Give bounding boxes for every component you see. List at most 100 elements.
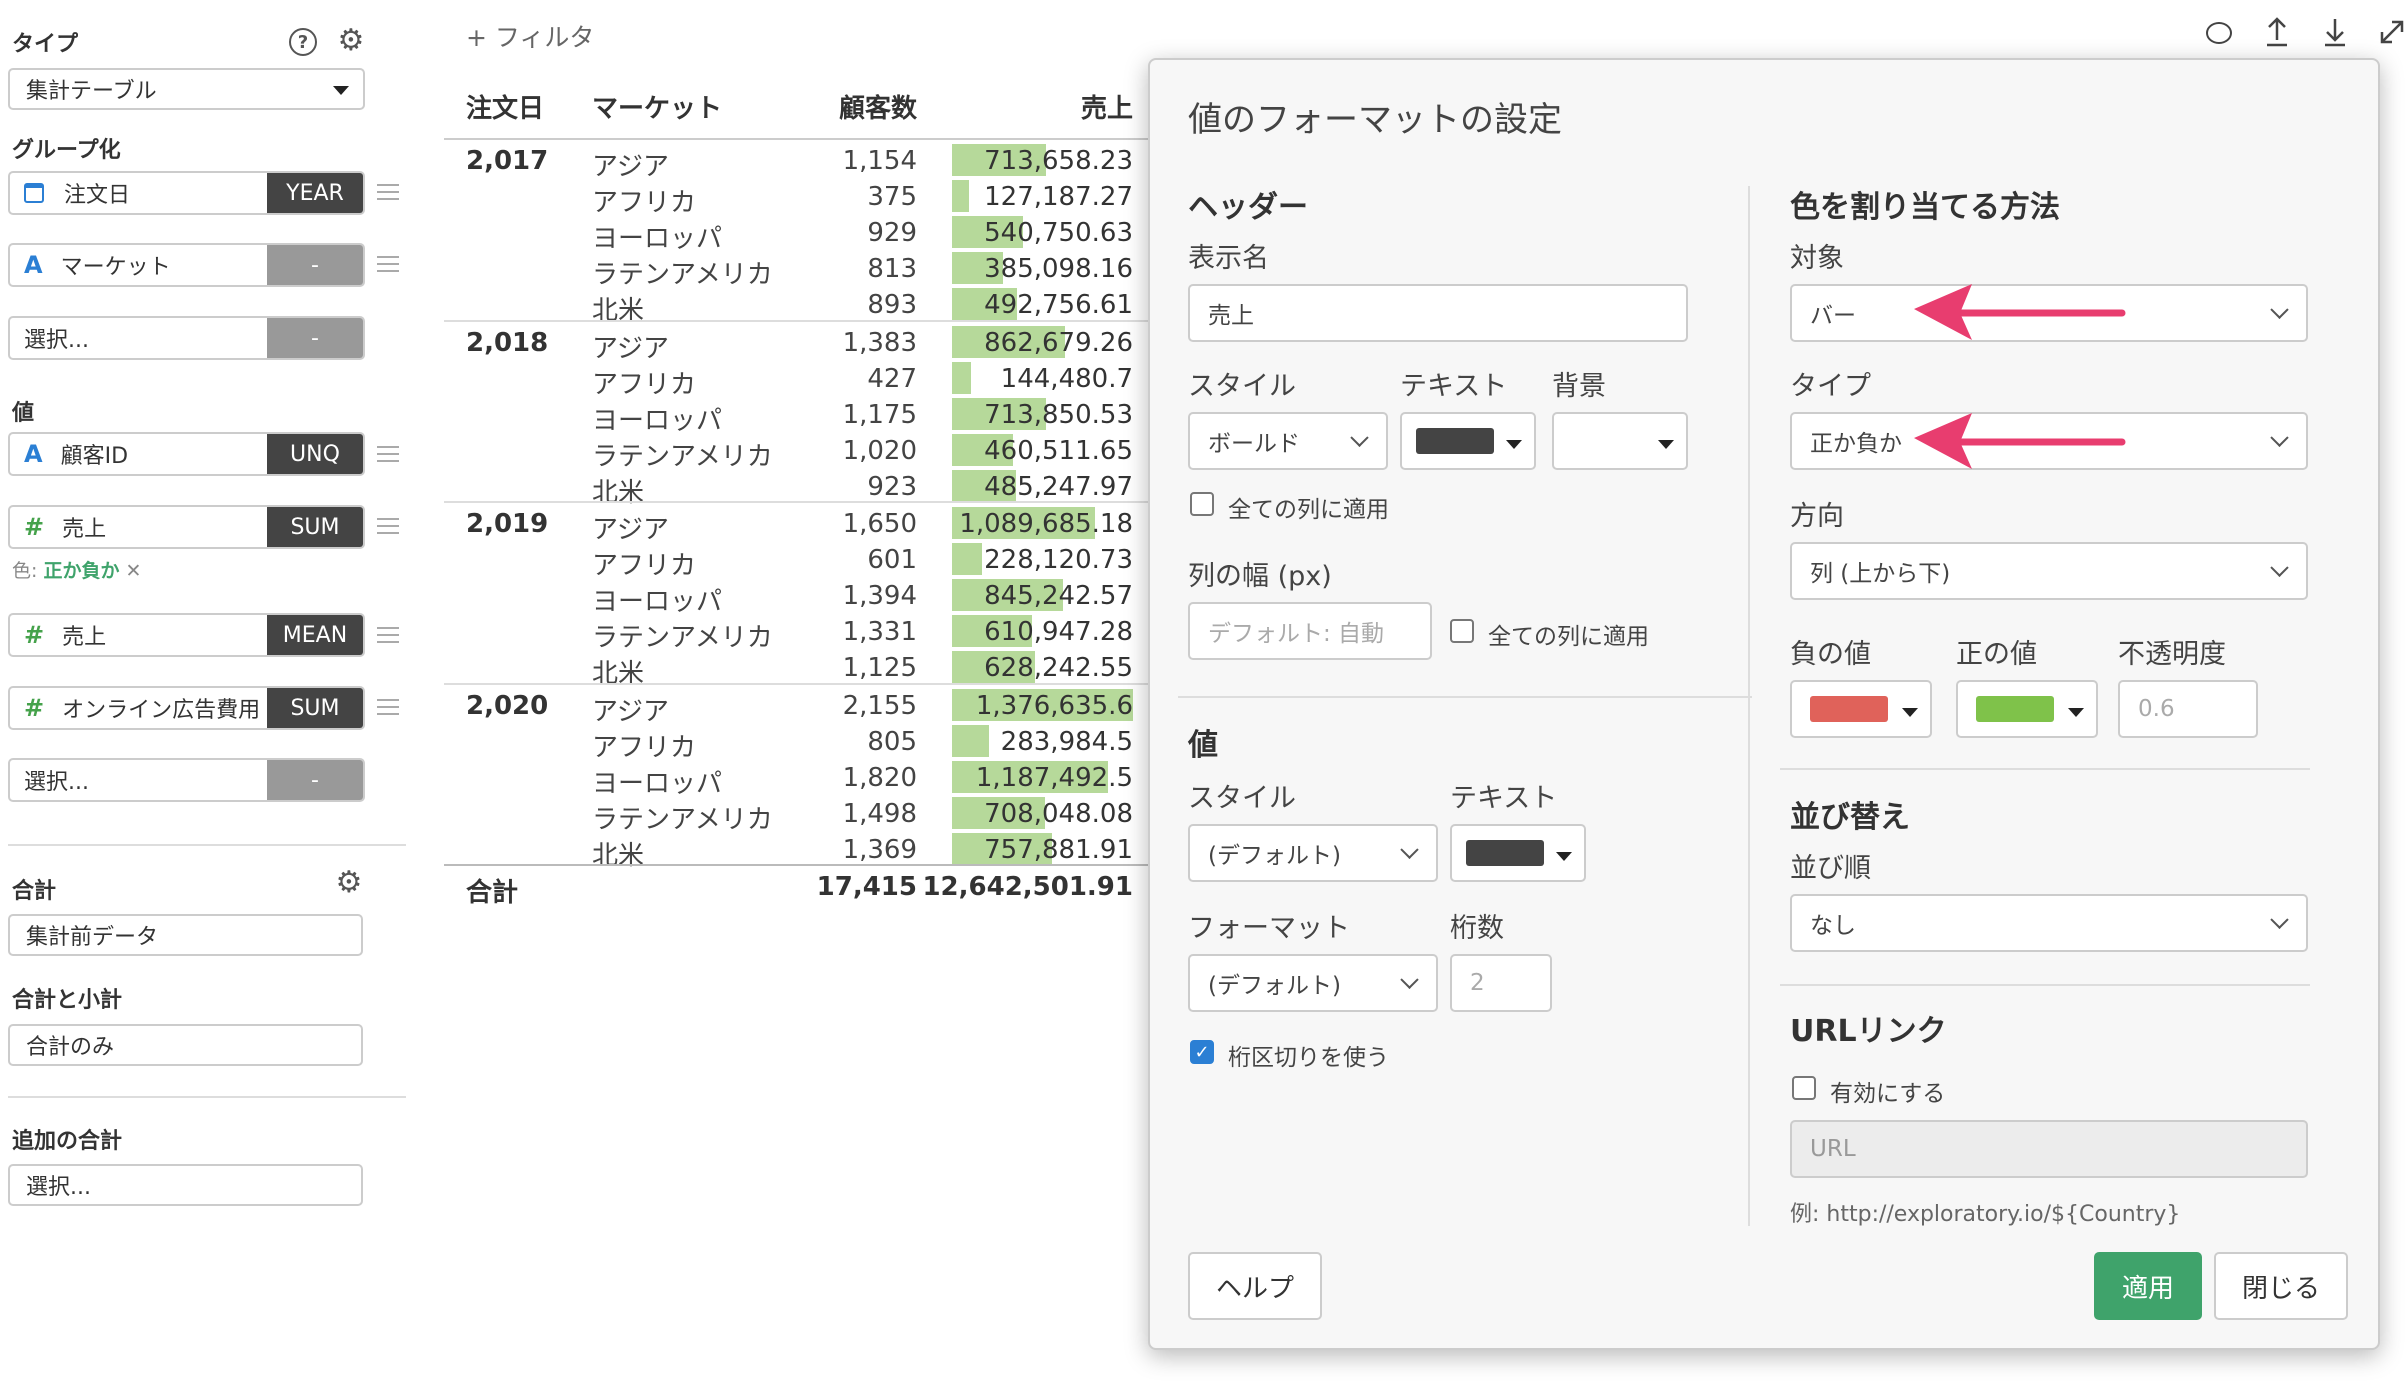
sales-cell: 228,120.73 (984, 545, 1133, 576)
opacity-input[interactable]: 0.6 (2118, 680, 2258, 738)
column-header[interactable]: 注文日 (466, 88, 544, 125)
header-style-label: スタイル (1188, 371, 1296, 402)
header-bg-color-picker[interactable] (1552, 412, 1688, 470)
sales-cell: 713,850.53 (984, 399, 1133, 430)
display-name-label: 表示名 (1188, 243, 1269, 274)
group-chip-market[interactable]: A マーケット - (8, 243, 365, 287)
aggregation-button[interactable]: UNQ (267, 434, 363, 474)
url-enable-checkbox[interactable] (1792, 1076, 1816, 1100)
value-text-color-picker[interactable] (1450, 824, 1586, 882)
market-cell: アジア (592, 515, 669, 545)
drag-handle-icon[interactable] (377, 699, 399, 715)
chart-type-select[interactable]: 集計テーブル (8, 68, 365, 110)
market-cell: ラテンアメリカ (592, 804, 773, 835)
header-text-color-picker[interactable] (1400, 412, 1536, 470)
subtotal-section-title: 合計と小計 (12, 988, 123, 1013)
drag-handle-icon[interactable] (377, 256, 399, 272)
positive-color-picker[interactable] (1956, 680, 2098, 738)
positive-color-label: 正の値 (1956, 639, 2037, 670)
column-width-input[interactable]: デフォルト: 自動 (1188, 602, 1432, 660)
apply-button[interactable]: 適用 (2094, 1252, 2202, 1320)
number-type-icon: # (24, 513, 45, 541)
direction-label: 方向 (1790, 501, 1844, 532)
color-type-label: タイプ (1790, 371, 1871, 402)
value-chip-sales-mean[interactable]: # 売上 MEAN (8, 613, 365, 657)
group-divider (444, 319, 1148, 322)
comment-icon[interactable] (2206, 22, 2232, 44)
url-input[interactable]: URL (1790, 1120, 2308, 1178)
customer-count-cell: 1,394 (842, 581, 917, 612)
extra-total-section-title: 追加の合計 (12, 1129, 123, 1154)
apply-all-checkbox[interactable] (1190, 492, 1214, 516)
total-gear-icon[interactable]: ⚙ (334, 868, 364, 898)
chart-type-value: 集計テーブル (26, 79, 157, 104)
type-section-title: タイプ (12, 32, 79, 57)
column-header[interactable]: 売上 (1081, 88, 1133, 125)
apply-all-label: 全ての列に適用 (1228, 497, 1389, 523)
negative-color-picker[interactable] (1790, 680, 1932, 738)
expand-icon[interactable] (2378, 18, 2406, 46)
value-style-select[interactable]: (デフォルト) (1188, 824, 1438, 882)
display-name-input[interactable]: 売上 (1188, 284, 1688, 342)
customer-count-cell: 805 (867, 726, 917, 757)
aggregation-button[interactable]: - (267, 245, 363, 285)
total-source-select[interactable]: 集計前データ (8, 914, 363, 956)
drag-handle-icon[interactable] (377, 518, 399, 534)
close-button[interactable]: 閉じる (2214, 1252, 2348, 1320)
format-select[interactable]: (デフォルト) (1188, 954, 1438, 1012)
drag-handle-icon[interactable] (377, 184, 399, 200)
aggregation-button[interactable]: MEAN (267, 615, 363, 655)
color-swatch (1416, 428, 1494, 454)
thousand-separator-checkbox[interactable]: ✓ (1190, 1040, 1214, 1064)
aggregation-button[interactable]: - (267, 318, 363, 358)
aggregation-button[interactable]: - (267, 760, 363, 800)
group-label: 注文日 (64, 183, 131, 208)
sales-cell: 385,098.16 (984, 254, 1133, 285)
subtotal-select[interactable]: 合計のみ (8, 1024, 363, 1066)
aggregation-button[interactable]: SUM (267, 688, 363, 728)
sales-cell: 485,247.97 (984, 471, 1133, 502)
url-example: 例: http://exploratory.io/${Country} (1790, 1202, 2181, 1227)
dropdown-caret-icon (333, 86, 349, 95)
color-setting-value[interactable]: 正か負か (43, 560, 119, 582)
aggregation-button[interactable]: YEAR (267, 173, 363, 213)
color-swatch (1810, 696, 1888, 722)
market-cell: ヨーロッパ (592, 768, 723, 799)
column-header[interactable]: 顧客数 (839, 88, 917, 125)
header-style-select[interactable]: ボールド (1188, 412, 1388, 470)
value-chip-select[interactable]: 選択... - (8, 758, 365, 802)
value-chip-customer-id[interactable]: A 顧客ID UNQ (8, 432, 365, 476)
sales-cell: 127,187.27 (984, 182, 1133, 213)
value-text-label: テキスト (1450, 783, 1558, 814)
value-chip-online-ad[interactable]: # オンライン広告費用 SUM (8, 686, 365, 730)
value-chip-sales-sum[interactable]: # 売上 SUM (8, 505, 365, 549)
customer-count-cell: 427 (867, 363, 917, 394)
remove-color-icon[interactable]: ✕ (126, 560, 142, 582)
sales-cell: 1,376,635.6 (975, 690, 1133, 721)
help-button[interactable]: ヘルプ (1188, 1252, 1322, 1320)
extra-total-select[interactable]: 選択... (8, 1164, 363, 1206)
number-type-icon: # (24, 621, 45, 649)
help-icon[interactable]: ? (289, 28, 317, 56)
upload-icon[interactable] (2264, 16, 2290, 48)
gear-icon[interactable]: ⚙ (336, 26, 366, 56)
customer-count-cell: 1,383 (842, 327, 917, 358)
apply-all-width-checkbox[interactable] (1450, 619, 1474, 643)
group-chip-order-date[interactable]: 注文日 YEAR (8, 171, 365, 215)
download-icon[interactable] (2322, 16, 2348, 48)
drag-handle-icon[interactable] (377, 627, 399, 643)
group-chip-select[interactable]: 選択... - (8, 316, 365, 360)
aggregation-button[interactable]: SUM (267, 507, 363, 547)
sales-cell: 713,658.23 (984, 146, 1133, 176)
column-header[interactable]: マーケット (592, 88, 722, 125)
apply-all-width-label: 全ての列に適用 (1488, 624, 1649, 650)
sales-bar (952, 180, 969, 213)
add-filter-button[interactable]: + フィルタ (466, 18, 594, 54)
value-label: 売上 (62, 625, 107, 650)
url-section-title: URLリンク (1790, 1014, 1947, 1049)
drag-handle-icon[interactable] (377, 446, 399, 462)
market-cell: 北米 (592, 477, 645, 508)
direction-select[interactable]: 列 (上から下) (1790, 542, 2308, 600)
digits-input[interactable]: 2 (1450, 954, 1552, 1012)
sort-order-select[interactable]: なし (1790, 894, 2308, 952)
